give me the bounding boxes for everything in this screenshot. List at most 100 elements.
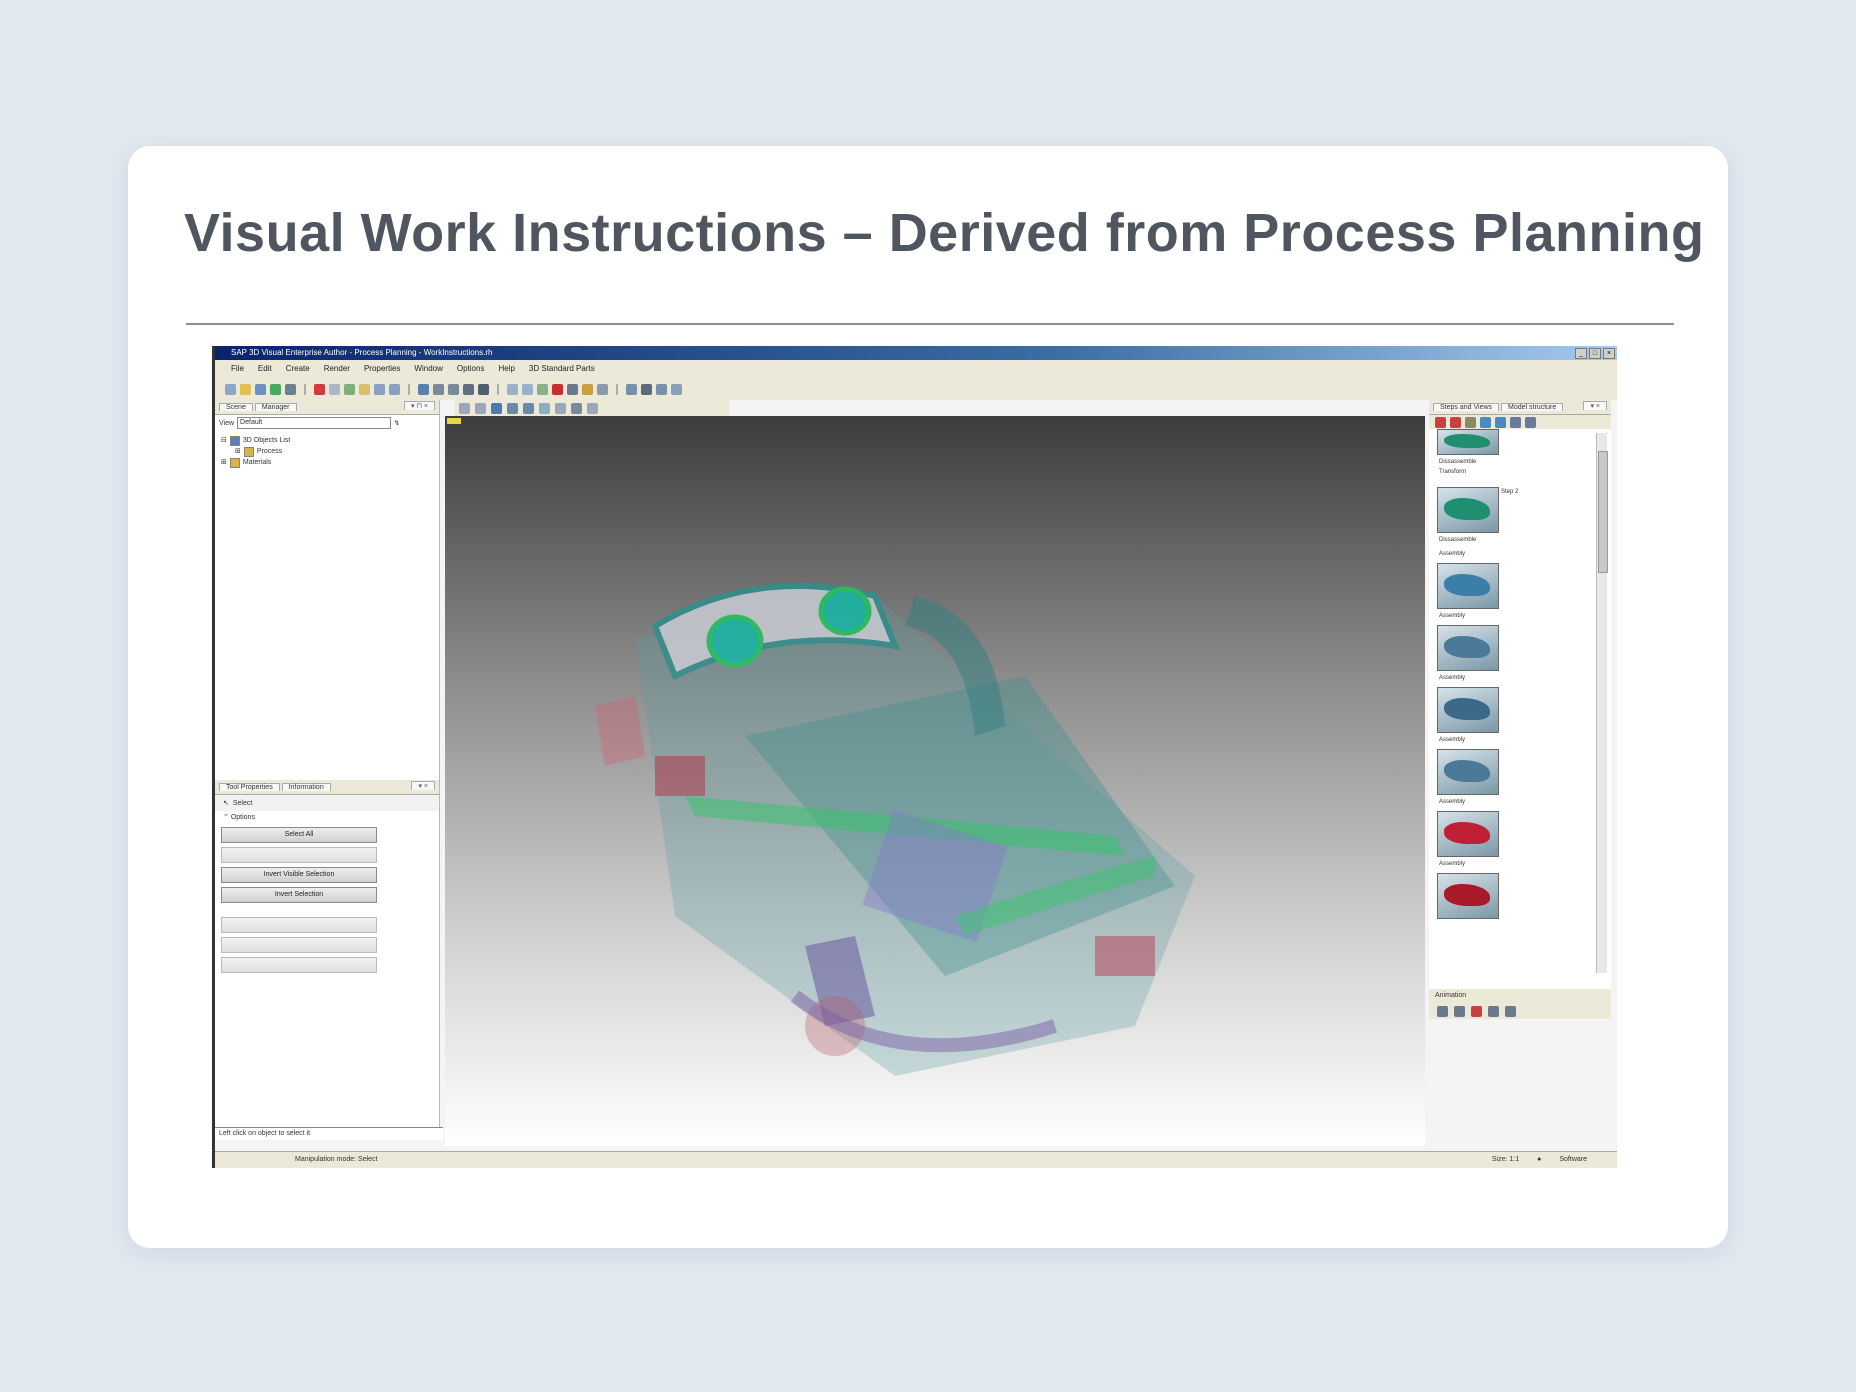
fit-icon[interactable] (537, 383, 548, 395)
tab-model-structure[interactable]: Model structure (1501, 403, 1564, 411)
add-view-icon[interactable] (1495, 416, 1506, 428)
tab-scene[interactable]: Scene (219, 403, 253, 411)
expand-icon[interactable]: ⊞ (235, 446, 241, 457)
pan-icon[interactable] (522, 383, 533, 395)
undo-icon[interactable] (374, 383, 385, 395)
options-header[interactable]: ⌃ Options (215, 811, 439, 825)
orbit-icon[interactable] (459, 402, 470, 414)
menu-create[interactable]: Create (286, 360, 310, 378)
text-icon[interactable] (626, 383, 637, 395)
scale-icon[interactable] (463, 383, 474, 395)
invert-selection-button[interactable]: Invert Selection (221, 887, 377, 903)
tab-manager[interactable]: Manager (254, 403, 297, 411)
new-icon[interactable] (225, 383, 236, 395)
menu-properties[interactable]: Properties (364, 360, 400, 378)
play-animation-icon[interactable] (1454, 1005, 1465, 1017)
select-tool-row[interactable]: ↖ Select (215, 795, 439, 811)
import-icon[interactable] (270, 383, 281, 395)
step-thumbnail[interactable] (1437, 749, 1499, 795)
panel-controls-icon[interactable]: ▾ ⊓ × (404, 401, 435, 410)
expand-icon[interactable]: ⊟ (221, 435, 227, 446)
panel-controls-icon[interactable]: ▾ × (411, 781, 435, 790)
measure-icon[interactable] (597, 383, 608, 395)
record-icon[interactable] (314, 383, 325, 395)
explode-icon[interactable] (555, 402, 566, 414)
blank-button[interactable] (221, 847, 377, 863)
menu-help[interactable]: Help (498, 360, 514, 378)
play-icon[interactable] (567, 383, 578, 395)
step-thumbnail[interactable] (1437, 873, 1499, 919)
delete-step-icon[interactable] (1435, 416, 1446, 428)
step-thumbnail[interactable] (1437, 429, 1499, 455)
disabled-button[interactable] (221, 957, 377, 973)
rotate-icon[interactable] (448, 383, 459, 395)
3d-viewport[interactable] (445, 416, 1425, 1146)
view-select[interactable]: Default (237, 417, 392, 429)
move-up-icon[interactable] (1510, 416, 1521, 428)
paste-icon[interactable] (359, 383, 370, 395)
settings-icon[interactable] (1505, 1005, 1516, 1017)
step-thumbnail[interactable] (1437, 487, 1499, 533)
move-icon[interactable] (433, 383, 444, 395)
panel-controls-icon[interactable]: ▾ × (1583, 401, 1607, 410)
step-thumbnail[interactable] (1437, 563, 1499, 609)
menu-standard-parts[interactable]: 3D Standard Parts (529, 360, 595, 378)
tree-node[interactable]: ⊞ Materials (221, 457, 433, 468)
rewind-icon[interactable] (1437, 1005, 1448, 1017)
tab-information[interactable]: Information (281, 783, 331, 791)
menu-file[interactable]: File (231, 360, 244, 378)
move-down-icon[interactable] (1525, 416, 1536, 428)
grid-icon[interactable] (641, 383, 652, 395)
view-mode-icon[interactable] (491, 402, 502, 414)
help-icon[interactable] (671, 383, 682, 395)
zoom-icon[interactable] (507, 383, 518, 395)
close-button[interactable]: × (1603, 348, 1615, 359)
open-icon[interactable] (240, 383, 251, 395)
select-all-button[interactable]: Select All (221, 827, 377, 843)
cut-icon[interactable] (329, 383, 340, 395)
menu-options[interactable]: Options (457, 360, 485, 378)
print-icon[interactable] (285, 383, 296, 395)
zoom-window-icon[interactable] (571, 402, 582, 414)
tree-node[interactable]: ⊟ 3D Objects List (221, 435, 433, 446)
view-options-icon[interactable]: ↯ (394, 419, 400, 427)
scrollbar-thumb[interactable] (1598, 451, 1608, 573)
app-screenshot: SAP 3D Visual Enterprise Author - Proces… (212, 346, 1617, 1168)
step-thumbnail[interactable] (1437, 687, 1499, 733)
disabled-button[interactable] (221, 937, 377, 953)
walk-icon[interactable] (475, 402, 486, 414)
record-animation-icon[interactable] (1471, 1005, 1482, 1017)
flag-icon[interactable] (656, 383, 667, 395)
camera-icon[interactable] (478, 383, 489, 395)
car-model-render[interactable] (595, 556, 1235, 1076)
remove-view-icon[interactable] (1450, 416, 1461, 428)
minimize-button[interactable]: _ (1575, 348, 1587, 359)
disabled-button[interactable] (221, 917, 377, 933)
menu-render[interactable]: Render (324, 360, 350, 378)
status-mode-text: Manipulation mode: Select (295, 1156, 378, 1163)
section-icon[interactable] (539, 402, 550, 414)
step-thumbnail[interactable] (1437, 811, 1499, 857)
menu-edit[interactable]: Edit (258, 360, 272, 378)
menu-window[interactable]: Window (414, 360, 442, 378)
redo-icon[interactable] (389, 383, 400, 395)
expand-icon[interactable]: ⊞ (221, 457, 227, 468)
reset-view-icon[interactable] (587, 402, 598, 414)
add-step-icon[interactable] (1480, 416, 1491, 428)
light-icon[interactable] (582, 383, 593, 395)
edit-step-icon[interactable] (1465, 416, 1476, 428)
tree-node[interactable]: ⊞ Process (221, 446, 433, 457)
loop-icon[interactable] (1488, 1005, 1499, 1017)
tab-tool-properties[interactable]: Tool Properties (219, 783, 280, 791)
copy-icon[interactable] (344, 383, 355, 395)
stop-icon[interactable] (552, 383, 563, 395)
select-icon[interactable] (418, 383, 429, 395)
shading-icon[interactable] (507, 402, 518, 414)
maximize-button[interactable]: □ (1589, 348, 1601, 359)
save-icon[interactable] (255, 383, 266, 395)
step-thumbnail[interactable] (1437, 625, 1499, 671)
wireframe-icon[interactable] (523, 402, 534, 414)
steps-scrollbar[interactable] (1596, 433, 1608, 973)
tab-steps-and-views[interactable]: Steps and Views (1433, 403, 1500, 411)
invert-visible-selection-button[interactable]: Invert Visible Selection (221, 867, 377, 883)
